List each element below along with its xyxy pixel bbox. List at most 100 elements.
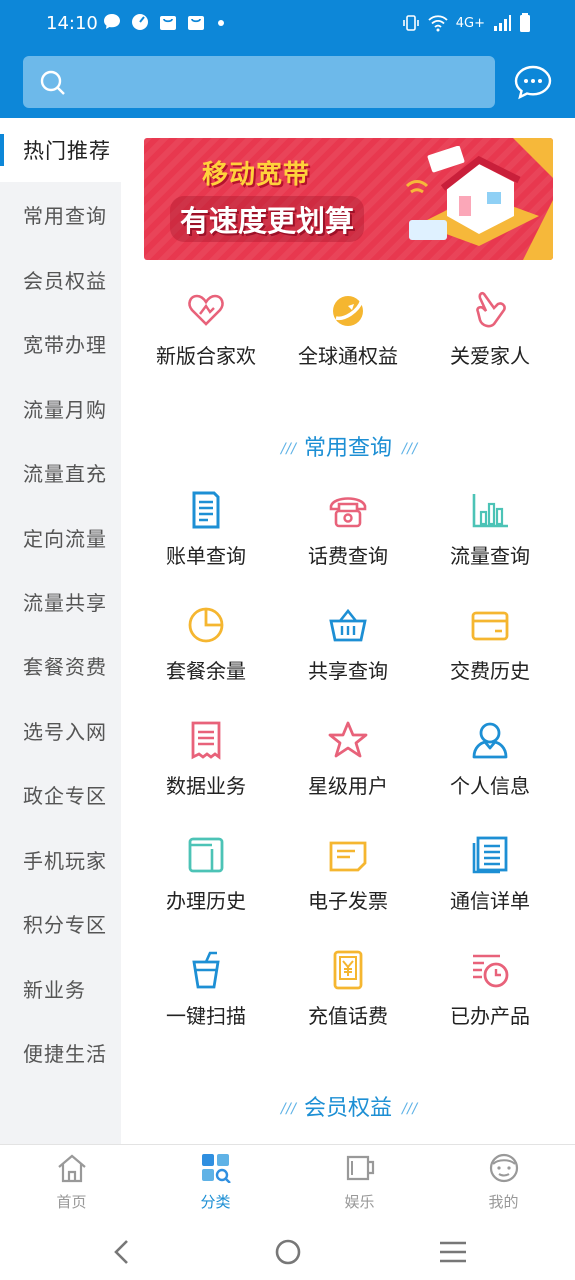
bottom-tab-bar: 首页 分类 娱乐 我的	[0, 1144, 575, 1224]
banner-line1: 移动宽带	[202, 160, 311, 190]
tab-mine[interactable]: 我的	[432, 1153, 575, 1212]
handling-history[interactable]: 办理历史	[135, 835, 277, 945]
call-detail[interactable]: 通信详单	[419, 835, 561, 945]
recharge[interactable]: 充值话费	[277, 950, 419, 1060]
sidebar-item-common-query[interactable]: 常用查询	[0, 182, 121, 246]
tab-label: 我的	[488, 1193, 519, 1211]
title-deco-left: / / /	[280, 441, 296, 457]
tab-label: 首页	[56, 1193, 87, 1211]
card-icon	[471, 611, 509, 641]
section-title-common-query: / / / 常用查询 / / /	[121, 430, 575, 462]
status-time: 14:10	[46, 13, 98, 34]
item-label: 数据业务	[166, 774, 246, 798]
system-nav-bar	[0, 1224, 575, 1280]
header	[0, 48, 575, 118]
sidebar-item-data-topup[interactable]: 流量直充	[0, 440, 121, 504]
category-icon	[201, 1154, 231, 1184]
list-doc-icon	[472, 836, 508, 874]
bar-chart-icon	[472, 494, 508, 528]
search-input[interactable]	[23, 56, 495, 108]
sidebar-item-enterprise[interactable]: 政企专区	[0, 762, 121, 826]
vibrate-icon	[402, 15, 419, 31]
sidebar-item-number-select[interactable]: 选号入网	[0, 698, 121, 762]
cup-icon	[192, 951, 220, 989]
featured-label: 全球通权益	[298, 344, 398, 368]
plan-balance[interactable]: 套餐余量	[135, 605, 277, 715]
bill-icon	[192, 491, 220, 529]
menu-icon[interactable]	[438, 1238, 468, 1266]
banner-line2: 有速度更划算	[170, 196, 365, 242]
basket-icon	[329, 608, 367, 642]
sidebar-item-plans[interactable]: 套餐资费	[0, 633, 121, 697]
item-label: 流量查询	[450, 544, 530, 568]
item-label: 充值话费	[308, 1004, 388, 1028]
house-router-illustration	[405, 146, 539, 246]
tab-category[interactable]: 分类	[144, 1153, 287, 1212]
item-label: 已办产品	[450, 1004, 530, 1028]
star-icon	[328, 721, 368, 758]
sidebar-item-broadband[interactable]: 宽带办理	[0, 311, 121, 375]
battery-icon	[520, 13, 530, 32]
pie-chart-icon	[188, 607, 224, 643]
broadband-banner[interactable]: 移动宽带 有速度更划算	[144, 138, 553, 260]
item-label: 星级用户	[308, 774, 388, 798]
item-label: 共享查询	[308, 659, 388, 683]
back-icon[interactable]	[110, 1238, 134, 1266]
system-icons: 4G+	[402, 13, 531, 33]
sidebar-item-hot[interactable]: 热门推荐	[0, 118, 121, 182]
featured-label: 新版合家欢	[156, 344, 256, 368]
title-deco-right: / / /	[402, 1101, 417, 1117]
item-label: 交费历史	[450, 659, 530, 683]
wifi-icon	[428, 15, 448, 32]
section-title-text: 常用查询	[303, 436, 392, 461]
bill-query[interactable]: 账单查询	[135, 490, 277, 600]
fee-query[interactable]: 话费查询	[277, 490, 419, 600]
sidebar-item-phone-player[interactable]: 手机玩家	[0, 827, 121, 891]
search-icon	[40, 70, 65, 95]
handled-products[interactable]: 已办产品	[419, 950, 561, 1060]
title-deco-right: / / /	[402, 441, 417, 457]
receipt-icon	[191, 721, 221, 760]
tab-entertainment[interactable]: 娱乐	[288, 1153, 431, 1212]
item-label: 通信详单	[450, 889, 530, 913]
item-label: 套餐余量	[166, 659, 246, 683]
title-deco-left: / / /	[280, 1101, 296, 1117]
notification-icons	[102, 12, 228, 32]
face-icon	[489, 1153, 518, 1183]
one-key-scan[interactable]: 一键扫描	[135, 950, 277, 1060]
main-content: 移动宽带 有速度更划算 新版合家欢 全球通权益 关爱家人 / / / 常用查询 …	[121, 118, 575, 1144]
gauge-icon	[132, 14, 148, 30]
featured-care[interactable]: 关爱家人	[419, 290, 561, 400]
item-label: 个人信息	[450, 774, 530, 798]
sidebar-item-directed-data[interactable]: 定向流量	[0, 505, 121, 569]
sidebar-item-convenient-life[interactable]: 便捷生活	[0, 1020, 121, 1084]
share-query[interactable]: 共享查询	[277, 605, 419, 715]
featured-global[interactable]: 全球通权益	[277, 290, 419, 400]
item-label: 电子发票	[308, 889, 388, 913]
clock-list-icon	[473, 954, 509, 988]
e-invoice[interactable]: 电子发票	[277, 835, 419, 945]
bag-icon	[160, 16, 176, 30]
personal-info[interactable]: 个人信息	[419, 720, 561, 830]
tab-home[interactable]: 首页	[0, 1153, 143, 1212]
sidebar-item-points[interactable]: 积分专区	[0, 891, 121, 955]
star-user[interactable]: 星级用户	[277, 720, 419, 830]
sidebar-item-monthly-data[interactable]: 流量月购	[0, 376, 121, 440]
message-icon[interactable]	[514, 64, 552, 100]
data-query[interactable]: 流量查询	[419, 490, 561, 600]
home-circle-icon[interactable]	[273, 1237, 303, 1267]
sidebar-item-data-share[interactable]: 流量共享	[0, 569, 121, 633]
wallet-icon	[188, 837, 224, 873]
featured-family[interactable]: 新版合家欢	[135, 290, 277, 400]
globe-swoosh-icon	[333, 296, 364, 326]
section-title-text: 会员权益	[303, 1096, 392, 1121]
network-type: 4G+	[455, 15, 485, 31]
yen-phone-icon	[333, 950, 363, 990]
dot-icon	[218, 20, 224, 26]
sidebar-item-new-business[interactable]: 新业务	[0, 956, 121, 1020]
heart-icon	[188, 294, 224, 326]
data-service[interactable]: 数据业务	[135, 720, 277, 830]
signal-icon	[494, 15, 511, 31]
sidebar-item-member[interactable]: 会员权益	[0, 247, 121, 311]
payment-history[interactable]: 交费历史	[419, 605, 561, 715]
